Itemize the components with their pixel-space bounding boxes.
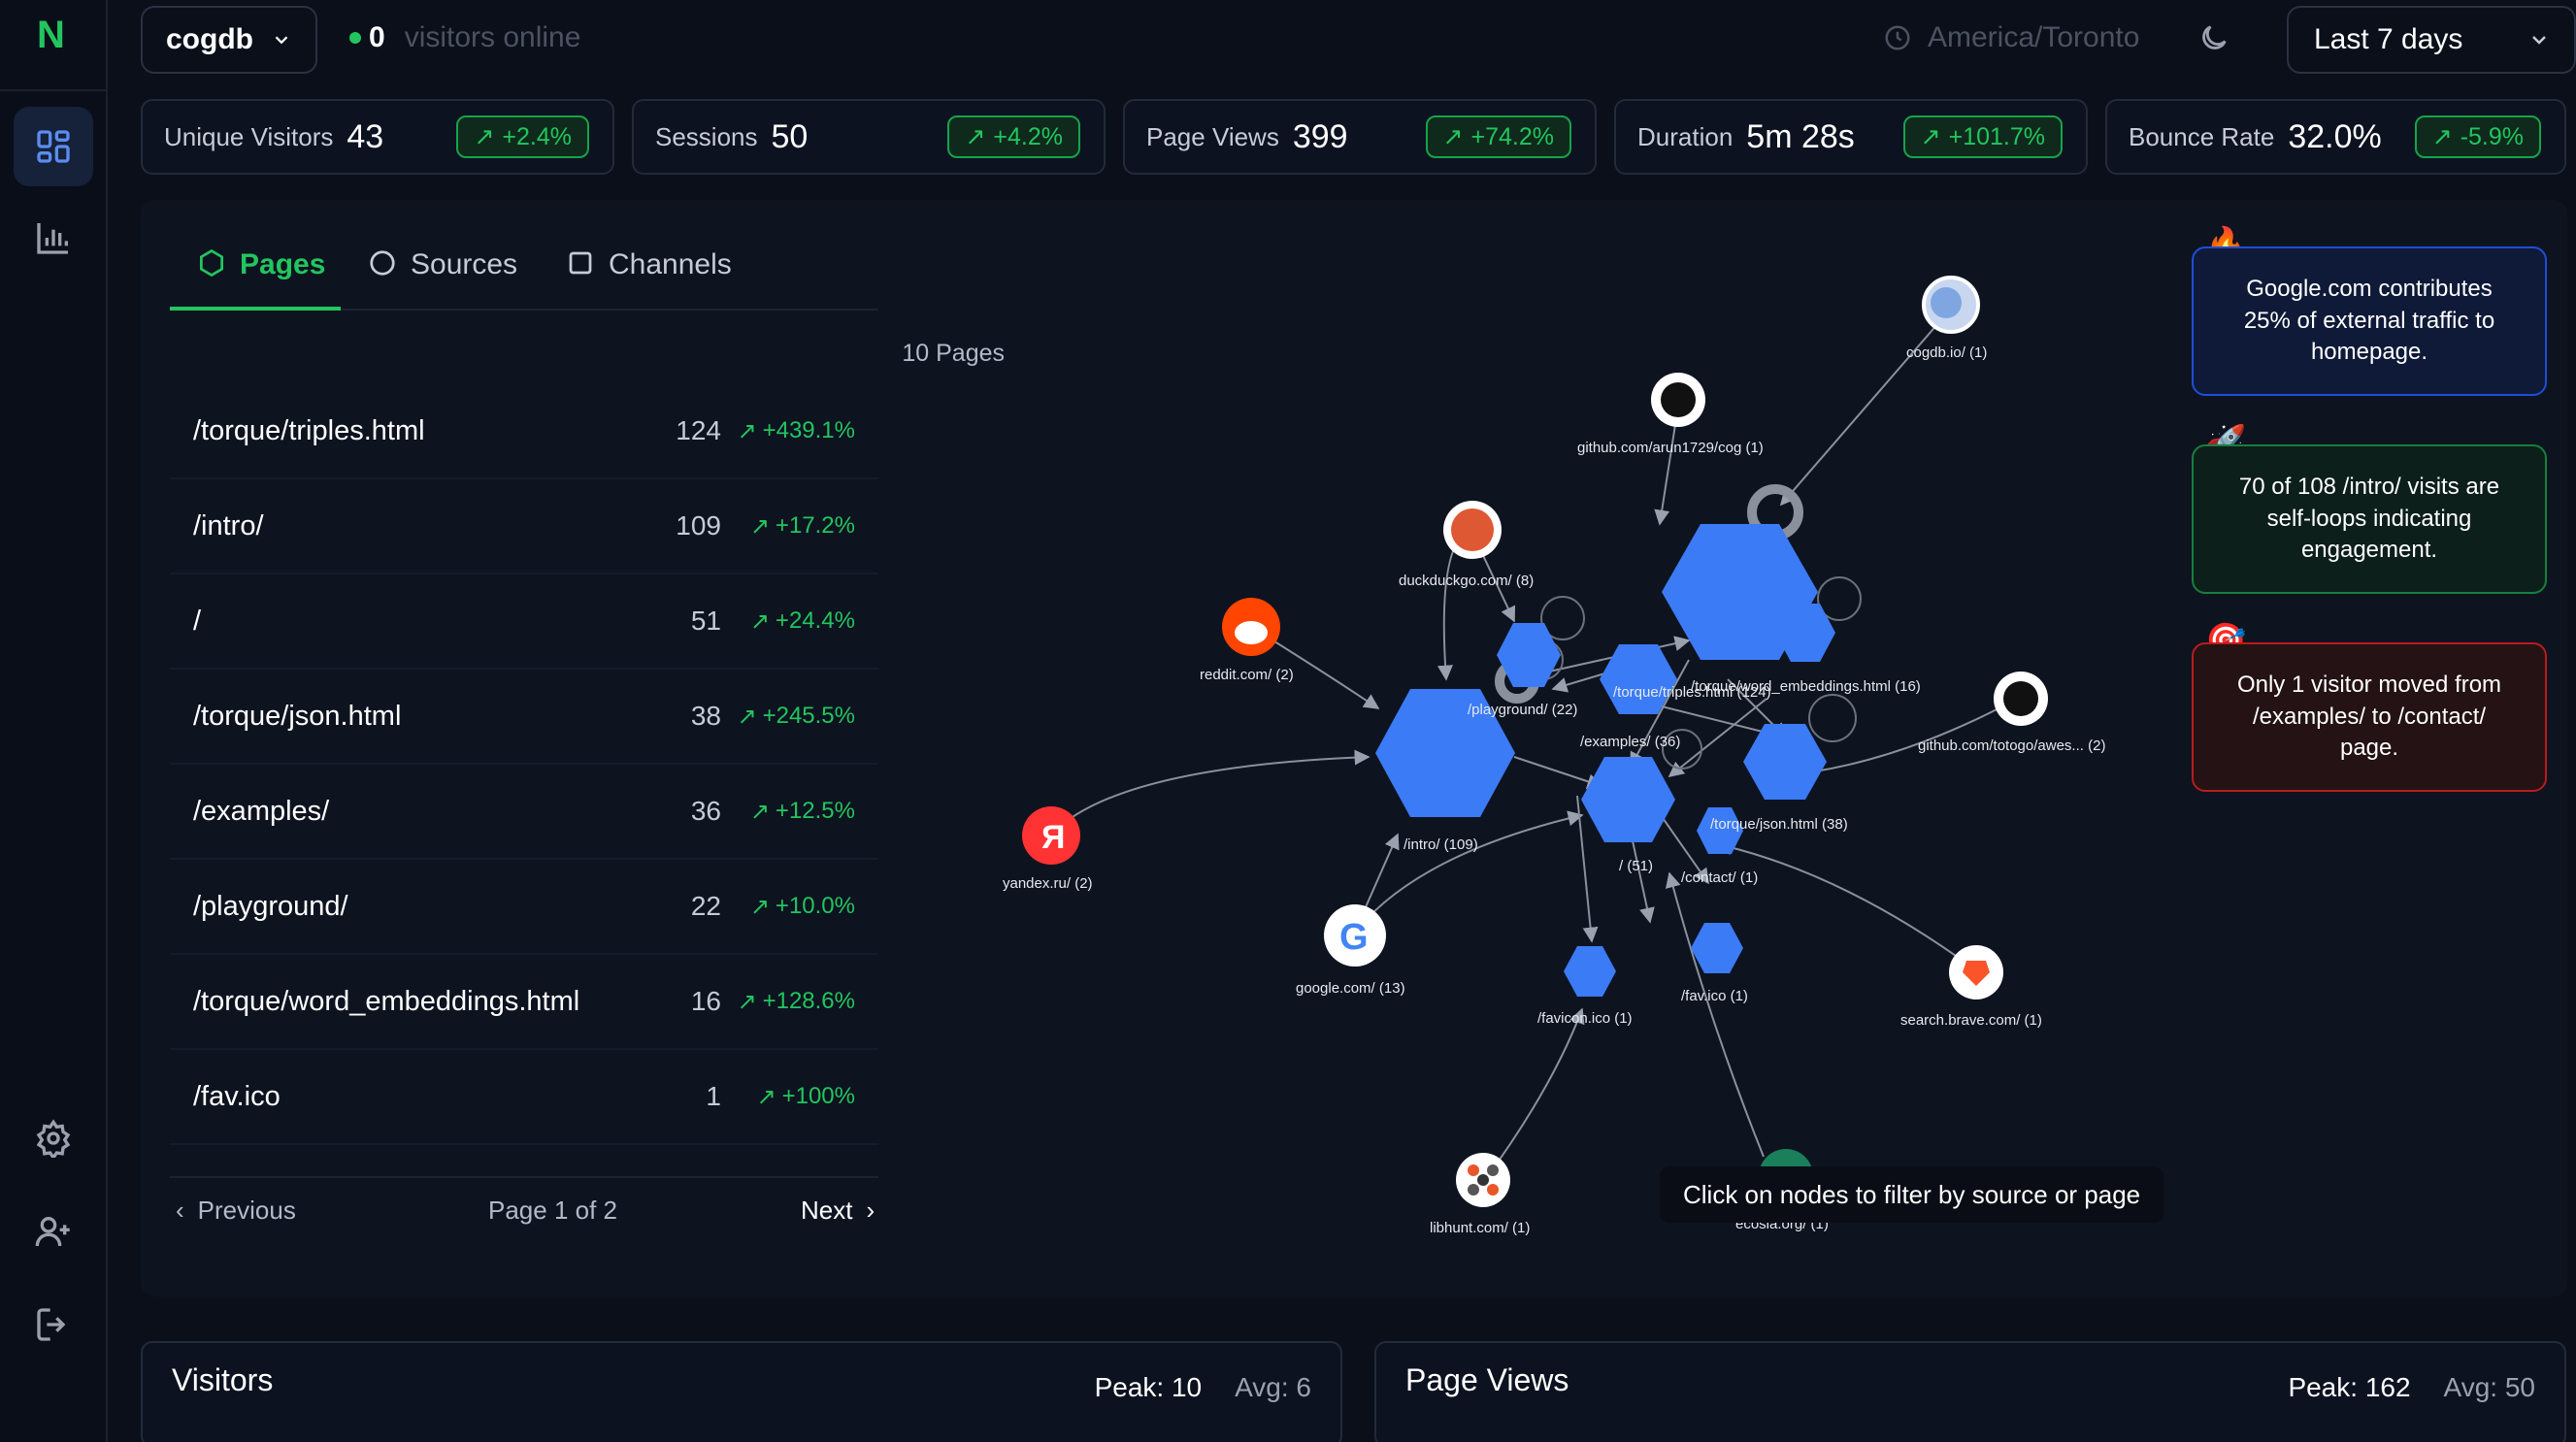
globe-icon-inner [1931,287,1962,318]
page-node-label: /favicon.ico (1) [1537,1010,1633,1027]
source-node-github-totogo[interactable]: github.com/totogo/awes... (2) [1918,672,2105,754]
visitors-chart-title: Visitors [172,1362,274,1397]
github-icon-mark [2003,681,2038,716]
source-node-label: google.com/ (13) [1296,980,1405,997]
page-node-label: /torque/json.html (38) [1710,816,1848,833]
graph-edges [1050,308,2022,1181]
source-node-label: libhunt.com/ (1) [1430,1220,1530,1236]
source-node-label: github.com/arun1729/cog (1) [1577,440,1764,456]
google-icon-glyph: G [1339,917,1369,958]
source-node-libhunt[interactable]: libhunt.com/ (1) [1430,1153,1530,1236]
source-node-label: duckduckgo.com/ (8) [1399,573,1534,589]
graph-hint-tooltip: Click on nodes to filter by source or pa… [1660,1166,2164,1223]
insight-text: Only 1 visitor moved from /examples/ to … [2236,672,2502,762]
source-node-label: reddit.com/ (2) [1200,667,1294,683]
page-node-label: /contact/ (1) [1681,869,1758,886]
page-node-label: /examples/ (36) [1580,734,1680,750]
source-node-reddit[interactable]: reddit.com/ (2) [1200,598,1294,683]
insight-text: 70 of 108 /intro/ visits are self-loops … [2238,474,2500,564]
source-node-label: cogdb.io/ (1) [1906,344,1987,361]
pageviews-chart-card: Page Views Peak: 162 Avg: 50 [1374,1341,2566,1442]
github-icon-mark [1661,382,1696,417]
visitors-avg: Avg: 6 [1235,1372,1311,1402]
source-node-yandex[interactable]: Я yandex.ru/ (2) [1003,806,1093,892]
reddit-icon-face [1235,621,1268,644]
source-node-github-arun[interactable]: github.com/arun1729/cog (1) [1577,373,1764,456]
pageviews-avg: Avg: 50 [2443,1372,2535,1402]
insight-card-intro: 70 of 108 /intro/ visits are self-loops … [2192,444,2547,594]
insight-text: Google.com contributes 25% of external t… [2243,276,2495,366]
yandex-icon-glyph: Я [1041,819,1065,856]
page-node-fav-ico[interactable] [1691,923,1743,973]
visitors-chart-stats: Peak: 10 Avg: 6 [1095,1372,1311,1403]
page-node-favicon-ico[interactable] [1564,946,1616,997]
source-node-cogdb[interactable]: cogdb.io/ (1) [1906,276,1987,361]
visitors-peak: Peak: 10 [1094,1372,1203,1402]
source-node-label: search.brave.com/ (1) [1900,1012,2042,1029]
graph-source-nodes: cogdb.io/ (1) github.com/arun1729/cog (1… [1003,276,2105,1236]
page-node-label: /fav.ico (1) [1681,988,1748,1004]
page-node-torque-json[interactable] [1743,724,1827,800]
source-node-google[interactable]: G google.com/ (13) [1296,904,1405,997]
pageviews-chart-stats: Peak: 162 Avg: 50 [2288,1372,2535,1403]
pageviews-peak: Peak: 162 [2288,1372,2411,1402]
insight-card-google: Google.com contributes 25% of external t… [2192,246,2547,396]
page-node-label: /playground/ (22) [1468,702,1577,718]
pageviews-chart-title: Page Views [1405,1362,1569,1397]
source-node-brave[interactable]: search.brave.com/ (1) [1900,945,2042,1029]
insight-card-contact: Only 1 visitor moved from /examples/ to … [2192,642,2547,792]
page-node-label: /torque/word_embeddings.html (16) [1691,678,1921,695]
source-node-label: yandex.ru/ (2) [1003,875,1093,892]
visitors-chart-card: Visitors Peak: 10 Avg: 6 [141,1341,1342,1442]
flow-graph: /torque/triples.html (124) /intro/ (109)… [1003,276,2105,1236]
duckduckgo-icon-mark [1451,508,1494,551]
page-node-label: /intro/ (109) [1404,836,1478,853]
source-node-label: github.com/totogo/awes... (2) [1918,737,2105,754]
page-node-root[interactable] [1581,757,1675,842]
page-node-label: / (51) [1619,858,1653,874]
source-node-duckduckgo[interactable]: duckduckgo.com/ (8) [1399,501,1534,589]
